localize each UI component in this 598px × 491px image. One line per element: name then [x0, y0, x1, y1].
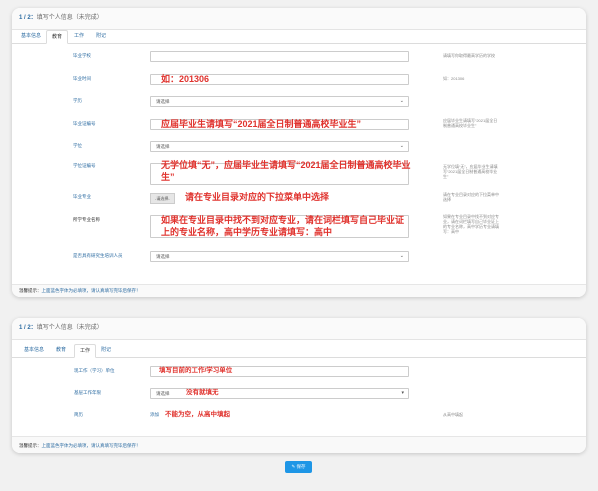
annotation-graduation-major: 请在专业目录对应的下拉菜单中选择 — [185, 192, 330, 202]
label-current-employer: 现工作（学习）单位 — [74, 368, 115, 373]
add-resume-link[interactable]: 添加 — [150, 412, 159, 418]
chevron-down-icon: ⌄ — [399, 143, 404, 149]
footer-tip: 温馨提示：上面蓝色字体为必填项，请认真填写完毕后保存！ — [19, 288, 141, 294]
major-select-button[interactable]: -请选择- — [150, 193, 175, 204]
label-education-level: 学历 — [73, 98, 82, 103]
label-major-name: 所学专业名称 — [73, 217, 100, 222]
tab-bar: 基本信息 教育 工作 附记 — [12, 344, 586, 358]
label-degree: 学位 — [73, 143, 82, 148]
tab-education[interactable]: 教育 — [46, 30, 68, 44]
hint-resume: 从高中填起 — [443, 412, 463, 417]
annotation-diploma-number: 应届毕业生请填写“2021届全日制普通高校毕业生” — [161, 119, 362, 129]
label-resume: 简历 — [74, 412, 83, 417]
education-level-value: 请选择 — [156, 99, 170, 104]
label-graduate-trainee: 是否具有研究生培训人员 — [73, 253, 123, 258]
footer-tip-label: 温馨提示： — [19, 443, 42, 448]
footer-tip-text: 上面蓝色字体为必填项，请认真填写完毕后保存！ — [41, 288, 141, 293]
label-grassroots-years: 基层工作年限 — [74, 390, 101, 395]
card-title: 填写个人信息（未完成） — [36, 15, 103, 21]
tab-education[interactable]: 教育 — [52, 344, 70, 356]
tab-basic-info[interactable]: 基本信息 — [21, 344, 47, 356]
footer-tip-label: 温馨提示： — [19, 288, 42, 293]
annotation-degree-certificate: 无学位填“无”，应届毕业生请填写“2021届全日制普通高校毕业生” — [161, 160, 411, 182]
hint-diploma-number: 应届毕业生请填写“2021届全日制普通高校毕业生” — [443, 118, 498, 128]
graduation-school-input[interactable] — [150, 51, 409, 62]
annotation-grassroots-years: 没有就填无 — [186, 389, 219, 396]
card-footer: 温馨提示：上面蓝色字体为必填项，请认真填写完毕后保存！ — [12, 284, 586, 297]
annotation-major-name: 如果在专业目录中找不到对应专业，请在词栏填写自己毕业证上的专业名称，高中学历专业… — [161, 215, 405, 237]
tab-basic-info[interactable]: 基本信息 — [18, 30, 44, 42]
annotation-resume: 不能为空，从高中填起 — [165, 411, 230, 418]
tab-notes[interactable]: 附记 — [97, 344, 115, 356]
save-button[interactable]: ✎ 保存 — [285, 461, 312, 473]
tab-work[interactable]: 工作 — [74, 344, 96, 358]
chevron-down-icon: ⌄ — [399, 98, 404, 104]
grassroots-years-value: 请选择 — [156, 391, 170, 396]
card-header: 1 / 2：填写个人信息（未完成） — [12, 318, 586, 340]
education-level-select[interactable]: 请选择 ⌄ — [150, 96, 409, 107]
hint-graduation-major: 请在专业目录对应的下拉菜单中选择 — [443, 192, 499, 202]
annotation-graduation-time: 如：201306 — [161, 74, 210, 84]
label-diploma-number: 毕业证编号 — [73, 121, 96, 126]
hint-graduation-time: 如：201306 — [443, 76, 465, 81]
footer-tip-text: 上面蓝色字体为必填项，请认真填写完毕后保存！ — [41, 443, 141, 448]
card-footer: 温馨提示：上面蓝色字体为必填项，请认真填写完毕后保存！ — [12, 436, 586, 453]
tab-bar: 基本信息 教育 工作 附记 — [12, 30, 586, 44]
work-form-card: 1 / 2：填写个人信息（未完成） 基本信息 教育 工作 附记 现工作（学习）单… — [12, 318, 586, 453]
card-header: 1 / 2：填写个人信息（未完成） — [12, 8, 586, 30]
step-indicator: 1 / 2： — [19, 15, 37, 21]
card-title: 填写个人信息（未完成） — [36, 325, 103, 331]
graduate-trainee-value: 请选择 — [156, 254, 170, 259]
degree-select[interactable]: 请选择 ⌄ — [150, 141, 409, 152]
footer-tip: 温馨提示：上面蓝色字体为必填项，请认真填写完毕后保存！ — [19, 443, 141, 449]
annotation-current-employer: 填写目前的工作/学习单位 — [159, 367, 233, 374]
chevron-down-icon: ▾ — [401, 390, 404, 396]
label-graduation-major: 毕业专业 — [73, 194, 91, 199]
chevron-down-icon: ⌄ — [399, 253, 404, 259]
tab-notes[interactable]: 附记 — [92, 30, 110, 42]
hint-graduation-school: 请填写你取得最高学历的学校 — [443, 53, 495, 58]
label-degree-certificate-number: 学位证编号 — [73, 163, 96, 168]
degree-value: 请选择 — [156, 144, 170, 149]
step-indicator: 1 / 2： — [19, 325, 37, 331]
hint-degree-certificate: 无学位填“无”，应届毕业生请填写“2021届全日制普通高校毕业生” — [443, 164, 498, 179]
graduate-trainee-select[interactable]: 请选择 ⌄ — [150, 251, 409, 262]
hint-major-name: 如果在专业目录中找不到对应专业，请在词栏填写自己毕业证上的专业名称，高中学历专业… — [443, 214, 499, 234]
label-graduation-time: 毕业时间 — [73, 76, 91, 81]
tab-work[interactable]: 工作 — [70, 30, 88, 42]
education-form-card: 1 / 2：填写个人信息（未完成） 基本信息 教育 工作 附记 毕业学校 请填写… — [12, 8, 586, 297]
label-graduation-school: 毕业学校 — [73, 53, 91, 58]
